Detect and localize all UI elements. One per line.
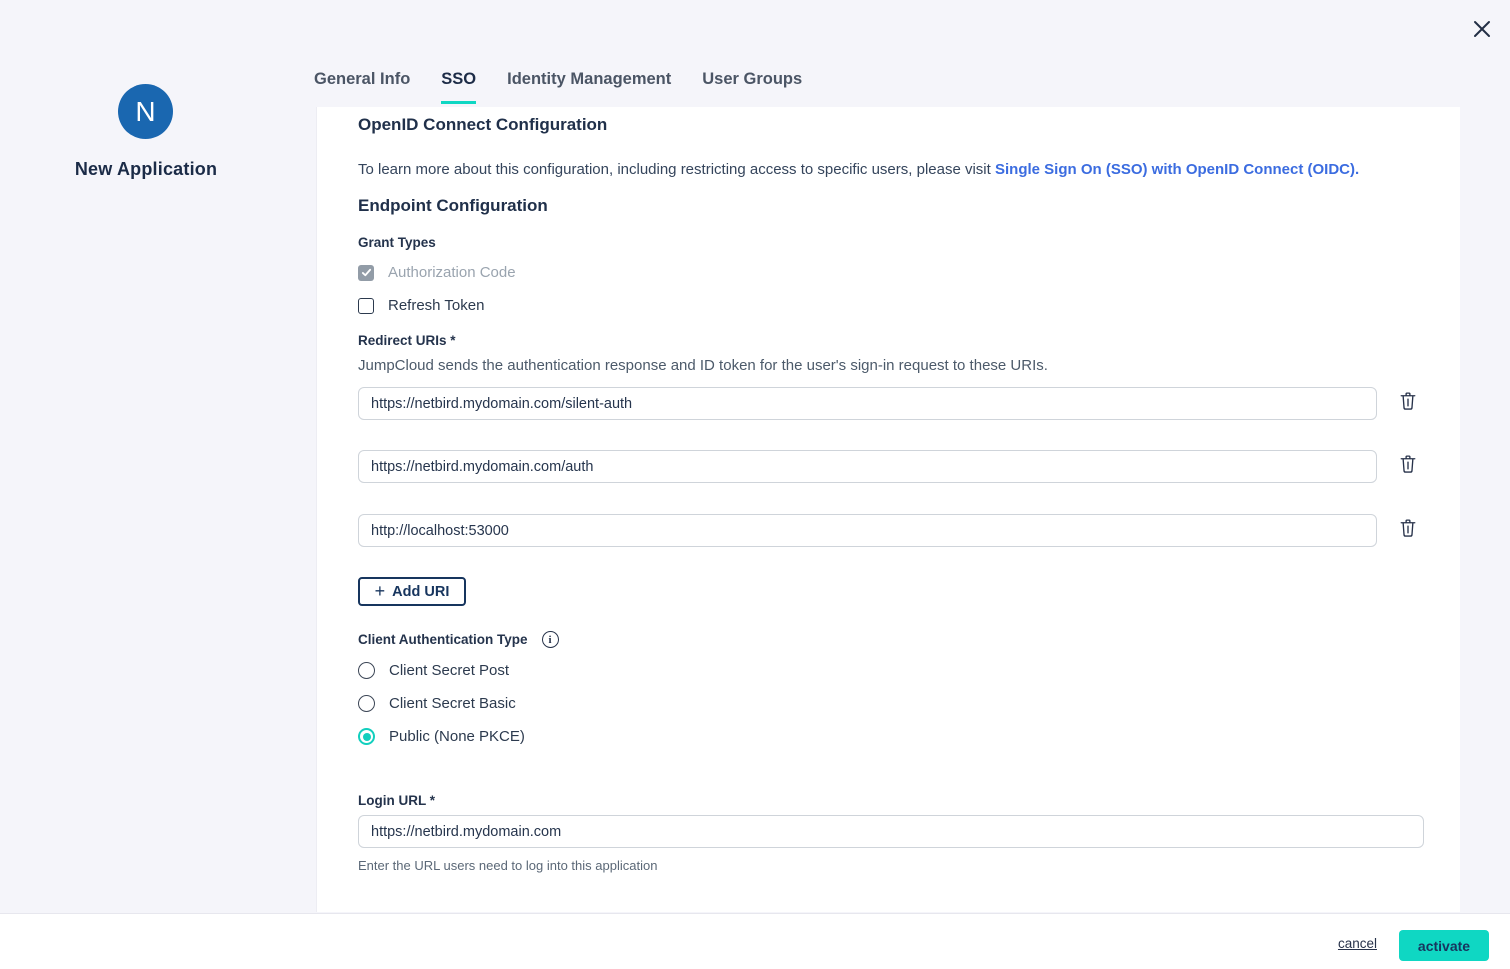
- public-pkce-label: Public (None PKCE): [389, 728, 525, 745]
- client-secret-basic-radio[interactable]: [358, 695, 375, 712]
- activate-button[interactable]: activate: [1399, 930, 1489, 961]
- grant-type-authorization-code: Authorization Code: [358, 264, 516, 281]
- tab-identity-management[interactable]: Identity Management: [507, 70, 671, 104]
- endpoint-configuration-title: Endpoint Configuration: [358, 196, 548, 216]
- app-name: New Application: [0, 159, 292, 180]
- client-auth-type-row: Client Authentication Type i: [358, 631, 559, 648]
- authorization-code-label: Authorization Code: [388, 264, 516, 281]
- oidc-docs-link[interactable]: Single Sign On (SSO) with OpenID Connect…: [995, 161, 1359, 178]
- sso-config-panel: OpenID Connect Configuration To learn mo…: [316, 107, 1460, 912]
- close-icon[interactable]: [1468, 15, 1496, 43]
- authorization-code-checkbox[interactable]: [358, 265, 374, 281]
- intro-text: To learn more about this configuration, …: [358, 161, 1398, 178]
- redirect-uri-input-1[interactable]: [358, 387, 1377, 420]
- grant-type-refresh-token: Refresh Token: [358, 297, 484, 314]
- trash-icon: [1399, 518, 1417, 538]
- delete-uri-2-button[interactable]: [1399, 454, 1417, 474]
- client-auth-option-public-pkce[interactable]: Public (None PKCE): [358, 728, 525, 745]
- login-url-input[interactable]: [358, 815, 1424, 848]
- app-avatar-initial: N: [135, 96, 155, 128]
- login-url-helper: Enter the URL users need to log into thi…: [358, 858, 657, 873]
- client-auth-type-label: Client Authentication Type: [358, 632, 528, 647]
- trash-icon: [1399, 454, 1417, 474]
- redirect-uri-input-3[interactable]: [358, 514, 1377, 547]
- redirect-uri-input-2[interactable]: [358, 450, 1377, 483]
- tab-bar: General Info SSO Identity Management Use…: [314, 70, 802, 104]
- info-icon[interactable]: i: [542, 631, 559, 648]
- client-secret-basic-label: Client Secret Basic: [389, 695, 516, 712]
- client-auth-option-client-secret-basic[interactable]: Client Secret Basic: [358, 695, 516, 712]
- tab-user-groups[interactable]: User Groups: [702, 70, 802, 104]
- cancel-link[interactable]: cancel: [1338, 936, 1377, 951]
- add-uri-button-label: Add URI: [392, 584, 449, 600]
- app-avatar: N: [118, 84, 173, 139]
- refresh-token-checkbox[interactable]: [358, 298, 374, 314]
- close-x-glyph: [1471, 18, 1493, 40]
- add-uri-button[interactable]: + Add URI: [358, 577, 466, 606]
- tab-general-info[interactable]: General Info: [314, 70, 410, 104]
- panel-title: OpenID Connect Configuration: [358, 115, 607, 135]
- redirect-uris-label: Redirect URIs *: [358, 333, 456, 348]
- delete-uri-1-button[interactable]: [1399, 391, 1417, 411]
- client-secret-post-radio[interactable]: [358, 662, 375, 679]
- login-url-label: Login URL *: [358, 793, 435, 808]
- grant-types-label: Grant Types: [358, 235, 436, 250]
- tab-sso[interactable]: SSO: [441, 70, 476, 104]
- check-icon: [361, 267, 372, 278]
- plus-icon: +: [375, 582, 386, 600]
- intro-text-body: To learn more about this configuration, …: [358, 161, 995, 178]
- redirect-uris-description: JumpCloud sends the authentication respo…: [358, 357, 1048, 374]
- refresh-token-label: Refresh Token: [388, 297, 484, 314]
- trash-icon: [1399, 391, 1417, 411]
- public-pkce-radio[interactable]: [358, 728, 375, 745]
- client-secret-post-label: Client Secret Post: [389, 662, 509, 679]
- client-auth-option-client-secret-post[interactable]: Client Secret Post: [358, 662, 509, 679]
- delete-uri-3-button[interactable]: [1399, 518, 1417, 538]
- footer-bar: cancel activate: [0, 913, 1510, 969]
